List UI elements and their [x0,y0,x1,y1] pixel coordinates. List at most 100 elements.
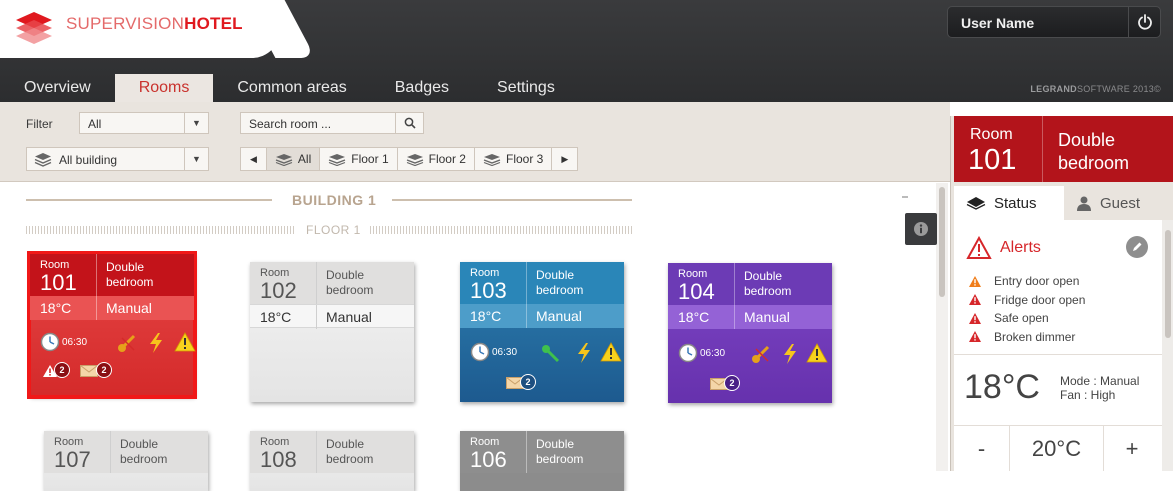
floor-header: FLOOR 1 [0,222,640,238]
detail-tabs: Status Guest [954,186,1173,220]
current-temperature: 18°C [964,368,1040,406]
warning-triangle-icon [969,331,981,343]
tab-status[interactable]: Status [954,186,1064,220]
building-select[interactable]: All building ▼ [26,147,209,171]
tab-overview[interactable]: Overview [0,74,115,102]
room-card-108[interactable]: Room 108 Double bedroom [250,431,414,491]
room-type: Double bedroom [536,268,584,297]
chevron-down-icon: ▼ [184,113,208,133]
layers-icon [329,153,346,166]
top-bar: SUPERVISIONHOTEL User Name Overview Room… [0,0,1173,102]
message-count-badge: 2 [724,375,740,391]
message-count-badge: 2 [520,374,536,390]
room-type: Double bedroom [536,437,584,466]
edit-alerts-button[interactable] [1126,236,1148,258]
room-mode: Manual [536,308,582,324]
power-icon [1137,14,1152,30]
room-temperature: 18°C [260,309,292,325]
chevron-left-icon: ◀ [250,153,257,164]
building-title: BUILDING 1 [292,192,377,208]
setpoint-temperature: 20°C [1010,426,1104,471]
alert-item: Entry door open [968,272,1085,291]
content-scrollbar[interactable] [936,183,948,471]
room-card-106[interactable]: Room 106 Double bedroom [460,431,624,491]
detail-room-number: 101 [968,144,1017,176]
warning-triangle-icon [969,275,981,287]
room-card-107[interactable]: Room 107 Double bedroom [44,431,208,491]
room-number: 101 [40,270,77,295]
warning-triangle-icon [806,343,828,363]
room-number: 103 [470,278,507,303]
search-button[interactable] [395,113,423,133]
search-input[interactable]: Search room ... [240,112,424,134]
power-lightning-icon [150,333,162,353]
detail-scrollbar[interactable] [1162,220,1173,471]
status-content: Alerts Entry door open Fridge door open … [954,220,1162,471]
pencil-icon [1133,242,1142,251]
alert-item: Fridge door open [968,291,1085,310]
floor-next-button[interactable]: ▶ [552,148,577,170]
detail-header: Room 101 Double bedroom [954,116,1173,182]
room-detail-panel: Room 101 Double bedroom Status Guest Aler… [950,116,1173,471]
room-card-104[interactable]: Room 104 Double bedroom 18°C Manual 06:30… [668,263,832,403]
scrollbar-thumb[interactable] [939,187,945,297]
room-mode: Manual [744,309,790,325]
scrollbar-thumb[interactable] [1165,230,1171,338]
room-card-101[interactable]: Room 101 Double bedroom 18°C Manual 06:30… [27,251,197,399]
filter-select[interactable]: All ▼ [79,112,209,134]
user-name[interactable]: User Name [961,15,1034,31]
clock-icon [470,342,490,362]
wakeup-time: 06:30 [678,343,725,363]
main-nav: Overview Rooms Common areas Badges Setti… [0,74,579,102]
credits: LEGRANDSOFTWARE 2013© [1030,84,1161,94]
broken-key-icon [118,334,136,352]
increase-temperature-button[interactable]: + [1104,426,1160,471]
detail-room-type: Double bedroom [1058,130,1130,173]
alert-list: Entry door open Fridge door open Safe op… [968,272,1085,346]
room-type: Double bedroom [326,437,374,466]
collapse-indicator [902,196,908,198]
alert-item: Safe open [968,309,1085,328]
climate-mode-info: Mode : Manual Fan : High [1060,374,1140,402]
room-temperature: 18°C [678,309,710,325]
message-count-badge: 2 [96,362,112,378]
chevron-down-icon: ▼ [184,148,208,170]
floor-option-floor-3[interactable]: Floor 3 [475,148,553,170]
temperature-control: - 20°C + [954,426,1162,471]
tab-common-areas[interactable]: Common areas [213,74,370,102]
tab-badges[interactable]: Badges [371,74,473,102]
info-button[interactable] [905,213,937,245]
power-lightning-icon [578,343,590,363]
tab-rooms[interactable]: Rooms [114,74,214,102]
floor-option-all[interactable]: All [266,148,321,170]
floor-prev-button[interactable]: ◀ [241,148,267,170]
tab-guest[interactable]: Guest [1064,186,1152,220]
logo-area: SUPERVISIONHOTEL [0,0,280,58]
room-card-103[interactable]: Room 103 Double bedroom 18°C Manual 06:30… [460,262,624,402]
key-icon [542,345,560,363]
floor-option-floor-2[interactable]: Floor 2 [398,148,475,170]
clock-icon [678,343,698,363]
room-number: 106 [470,447,507,472]
floor-title: FLOOR 1 [306,223,361,237]
room-type: Double bedroom [106,260,154,289]
status-diamond-icon [966,197,986,210]
building-header: BUILDING 1 [0,190,640,210]
room-number: 107 [54,447,91,472]
room-card-102[interactable]: Room 102 Double bedroom 18°C Manual [250,262,414,402]
alert-count-badge: 2 [54,362,70,378]
room-mode: Manual [326,309,372,325]
room-number: 102 [260,278,297,303]
user-icon [1077,196,1091,211]
room-mode: Manual [106,300,152,316]
room-type: Double bedroom [120,437,168,466]
decrease-temperature-button[interactable]: - [954,426,1010,471]
floor-selector: ◀ All Floor 1 Floor 2 Floor 3 ▶ [240,147,579,171]
logout-button[interactable] [1128,7,1160,37]
alert-triangle-icon [966,236,992,259]
filter-label: Filter [26,117,53,131]
floor-option-floor-1[interactable]: Floor 1 [320,148,398,170]
room-type: Double bedroom [326,268,374,297]
user-menu[interactable]: User Name [947,6,1161,38]
tab-settings[interactable]: Settings [473,74,579,102]
